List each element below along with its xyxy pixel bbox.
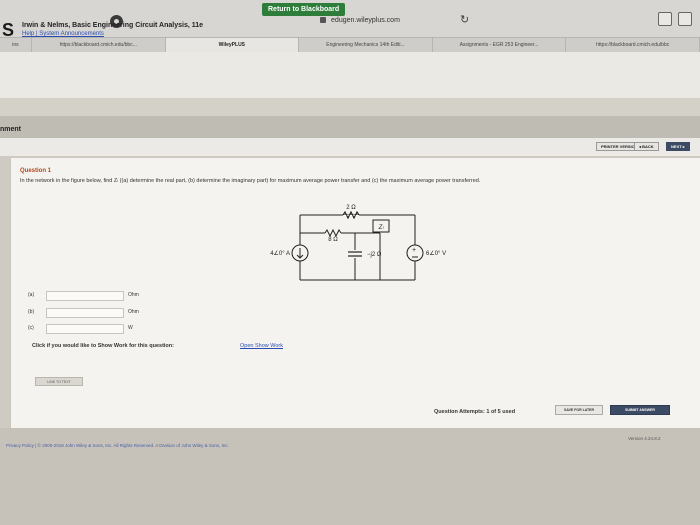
question-attempts: Question Attempts: 1 of 5 used xyxy=(434,409,516,415)
question-text: In the network in the figure below, find… xyxy=(20,178,481,184)
label-2ohm: 2 Ω xyxy=(346,205,356,211)
back-button[interactable]: ◂ BACK xyxy=(634,142,659,151)
reload-icon[interactable]: ↻ xyxy=(460,13,469,26)
question-nav xyxy=(0,138,700,156)
answer-unit: Ohm xyxy=(128,309,139,315)
svg-text:+: + xyxy=(412,247,416,254)
tab-5[interactable]: Assignments - EGR 253 Engineer... xyxy=(432,38,567,52)
answer-input-a[interactable] xyxy=(46,291,124,301)
link-to-text-button[interactable]: LINK TO TEXT xyxy=(35,377,83,386)
save-for-later-button[interactable]: SAVE FOR LATER xyxy=(555,405,603,415)
answer-input-b[interactable] xyxy=(46,308,124,318)
label-8ohm: 8 Ω xyxy=(328,237,338,243)
brand-logo: S xyxy=(2,20,15,40)
question-title: Question 1 xyxy=(20,168,52,174)
next-button[interactable]: NEXT ▸ xyxy=(666,142,690,151)
help-links[interactable]: Help | System Announcements xyxy=(22,31,104,37)
tab-3[interactable]: WileyPLUS xyxy=(165,38,300,52)
assignment-bar xyxy=(0,116,700,138)
answer-input-c[interactable] xyxy=(46,324,124,334)
answer-unit: Ohm xyxy=(128,292,139,298)
version-label: Version 4.24.8.2 xyxy=(628,436,661,441)
label-capacitor: −j2 Ω xyxy=(367,252,382,258)
show-work-prompt: Click if you would like to Show Work for… xyxy=(32,343,174,349)
share-icon[interactable] xyxy=(658,12,672,26)
answer-label: (b) xyxy=(28,309,35,315)
label-voltage-source: 6∠0° V xyxy=(426,250,446,257)
return-to-blackboard-button[interactable]: Return to Blackboard xyxy=(262,3,346,16)
answer-label: (a) xyxy=(28,292,35,298)
label-current-source: 4∠0° A xyxy=(270,250,290,257)
lock-icon xyxy=(320,17,327,24)
label-zl: Zₗ xyxy=(378,225,385,231)
tab-2[interactable]: https://blackboard.cmich.edu/bbc... xyxy=(31,38,166,52)
tab-4[interactable]: Engineering Mechanics 14th Editi... xyxy=(299,38,433,52)
tab-6[interactable]: https://blackboard.cmich.edu/bbc xyxy=(566,38,700,52)
assignment-label: nment xyxy=(0,126,21,133)
submit-answer-button[interactable]: SUBMIT ANSWER xyxy=(610,405,670,415)
book-title: Irwin & Nelms, Basic Engineering Circuit… xyxy=(22,22,204,29)
answer-label: (c) xyxy=(28,325,34,331)
circuit-diagram: + 2 Ω 8 Ω Zₗ 4∠0° A −j2 Ω 6∠0° V xyxy=(270,205,446,281)
tabs-icon[interactable] xyxy=(678,12,692,26)
header-divider xyxy=(0,98,700,116)
toolbar-icons xyxy=(658,12,692,26)
footer-links[interactable]: Privacy Policy | © 2000-2018 John Wiley … xyxy=(6,443,229,448)
tab-strip: ins https://blackboard.cmich.edu/bbc... … xyxy=(0,37,700,52)
address-text: edugen.wileyplus.com xyxy=(331,17,400,24)
open-show-work-link[interactable]: Open Show Work xyxy=(240,343,283,349)
wiley-header xyxy=(0,52,700,98)
answer-unit: W xyxy=(128,325,133,331)
